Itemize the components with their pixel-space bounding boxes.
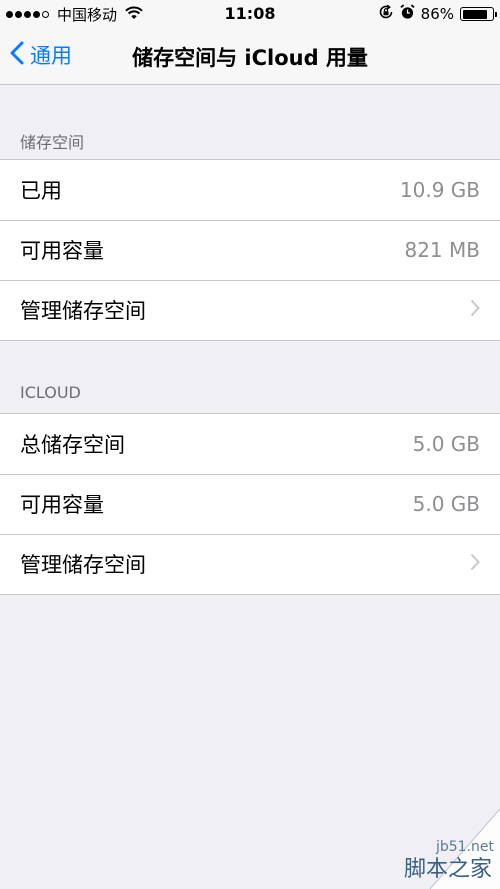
total-storage-row: 总储存空间 5.0 GB (0, 414, 500, 474)
battery-percent: 86% (420, 5, 454, 23)
battery-icon (460, 7, 497, 21)
icloud-available-row: 可用容量 5.0 GB (0, 474, 500, 534)
icloud-section-header: ICLOUD (20, 383, 81, 402)
manage-storage-label: 管理储存空间 (20, 299, 146, 323)
used-value: 10.9 GB (399, 178, 480, 202)
used-label: 已用 (20, 179, 62, 203)
page-title: 储存空间与 iCloud 用量 (132, 46, 368, 70)
back-button[interactable]: 通用 (10, 40, 72, 70)
total-storage-value: 5.0 GB (412, 432, 480, 456)
storage-group: 已用 10.9 GB 可用容量 821 MB 管理储存空间 (0, 159, 500, 341)
available-label: 可用容量 (20, 239, 104, 263)
used-row: 已用 10.9 GB (0, 160, 500, 220)
navigation-bar: 通用 储存空间与 iCloud 用量 (0, 28, 500, 85)
orientation-lock-icon (378, 4, 394, 24)
available-row: 可用容量 821 MB (0, 220, 500, 280)
chevron-right-icon (470, 299, 480, 321)
manage-storage-row[interactable]: 管理储存空间 (0, 280, 500, 340)
back-button-label: 通用 (30, 44, 72, 68)
alarm-icon (400, 4, 415, 24)
icloud-manage-storage-row[interactable]: 管理储存空间 (0, 534, 500, 594)
chevron-right-icon (470, 553, 480, 575)
total-storage-label: 总储存空间 (20, 433, 125, 457)
icloud-manage-storage-label: 管理储存空间 (20, 553, 146, 577)
icloud-available-label: 可用容量 (20, 493, 104, 517)
storage-section-header: 储存空间 (20, 133, 85, 152)
icloud-group: 总储存空间 5.0 GB 可用容量 5.0 GB 管理储存空间 (0, 413, 500, 595)
status-right: 86% (378, 4, 497, 24)
watermark-name: 脚本之家 (403, 857, 492, 882)
icloud-available-value: 5.0 GB (412, 492, 480, 516)
watermark: jb51.net 脚本之家 (370, 809, 500, 889)
chevron-left-icon (10, 41, 24, 70)
battery-level-fill (462, 9, 488, 19)
available-value: 821 MB (404, 238, 480, 262)
status-bar: 中国移动 11:08 86% (0, 0, 500, 28)
